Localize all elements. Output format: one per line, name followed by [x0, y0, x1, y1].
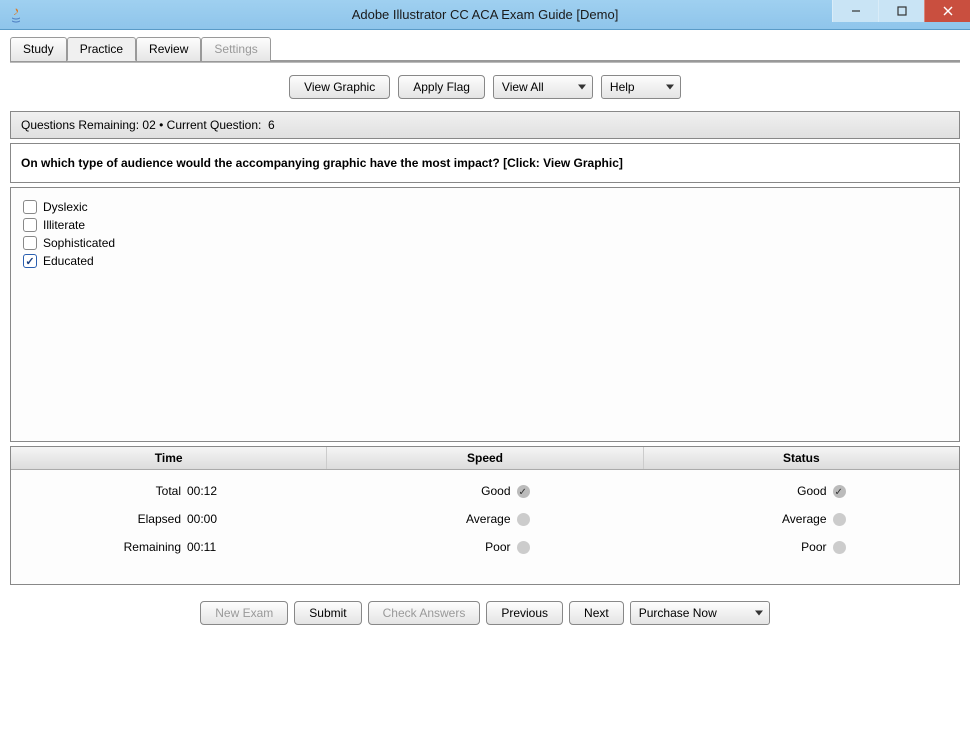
- checkbox-icon[interactable]: [23, 218, 37, 232]
- answer-option[interactable]: Educated: [23, 252, 947, 270]
- status-average-label: Average: [757, 512, 827, 526]
- view-filter-label: View All: [502, 80, 544, 94]
- next-button[interactable]: Next: [569, 601, 624, 625]
- check-answers-button: Check Answers: [368, 601, 481, 625]
- status-column: Good Average Poor: [643, 484, 959, 554]
- submit-button[interactable]: Submit: [294, 601, 361, 625]
- help-select[interactable]: Help: [601, 75, 681, 99]
- stats-body: Total 00:12 Elapsed 00:00 Remaining 00:11 G…: [11, 470, 959, 584]
- speed-column: Good Average Poor: [327, 484, 643, 554]
- current-label: Current Question:: [167, 118, 262, 132]
- stats-panel: Time Speed Status Total 00:12 Elapsed 00:0…: [10, 446, 960, 585]
- radio-icon: [517, 513, 530, 526]
- tab-practice[interactable]: Practice: [67, 37, 136, 61]
- total-label: Total: [111, 484, 181, 498]
- status-good-label: Good: [757, 484, 827, 498]
- radio-icon: [833, 513, 846, 526]
- answer-label: Dyslexic: [43, 200, 88, 214]
- total-value: 00:12: [187, 484, 227, 498]
- toolbar: View Graphic Apply Flag View All Help: [10, 63, 960, 111]
- window-controls: [832, 0, 970, 22]
- minimize-button[interactable]: [832, 0, 878, 22]
- remaining-value: 00:11: [187, 540, 227, 554]
- stats-header: Time Speed Status: [11, 447, 959, 470]
- view-graphic-button[interactable]: View Graphic: [289, 75, 390, 99]
- checkbox-icon[interactable]: [23, 236, 37, 250]
- purchase-label: Purchase Now: [639, 606, 717, 620]
- view-filter-select[interactable]: View All: [493, 75, 593, 99]
- close-button[interactable]: [924, 0, 970, 22]
- elapsed-label: Elapsed: [111, 512, 181, 526]
- speed-good-label: Good: [441, 484, 511, 498]
- answer-label: Illiterate: [43, 218, 85, 232]
- speed-poor-label: Poor: [441, 540, 511, 554]
- radio-checked-icon: [833, 485, 846, 498]
- speed-average-label: Average: [441, 512, 511, 526]
- checkbox-icon[interactable]: [23, 254, 37, 268]
- content-area: Study Practice Review Settings View Grap…: [0, 30, 970, 635]
- purchase-select[interactable]: Purchase Now: [630, 601, 770, 625]
- answer-option[interactable]: Sophisticated: [23, 234, 947, 252]
- radio-icon: [517, 541, 530, 554]
- elapsed-value: 00:00: [187, 512, 227, 526]
- previous-button[interactable]: Previous: [486, 601, 563, 625]
- answer-option[interactable]: Dyslexic: [23, 198, 947, 216]
- status-bar: Questions Remaining: 02 • Current Questi…: [10, 111, 960, 139]
- radio-icon: [833, 541, 846, 554]
- status-header: Status: [644, 447, 959, 469]
- separator: •: [159, 118, 163, 132]
- tab-study[interactable]: Study: [10, 37, 67, 61]
- tabstrip: Study Practice Review Settings: [10, 36, 960, 61]
- time-header: Time: [11, 447, 327, 469]
- radio-checked-icon: [517, 485, 530, 498]
- question-text: On which type of audience would the acco…: [10, 143, 960, 183]
- maximize-button[interactable]: [878, 0, 924, 22]
- tab-review[interactable]: Review: [136, 37, 201, 61]
- new-exam-button: New Exam: [200, 601, 288, 625]
- bottom-toolbar: New Exam Submit Check Answers Previous N…: [10, 585, 960, 629]
- answer-label: Educated: [43, 254, 94, 268]
- remaining-label: Questions Remaining:: [21, 118, 139, 132]
- tab-settings: Settings: [201, 37, 270, 61]
- time-column: Total 00:12 Elapsed 00:00 Remaining 00:11: [11, 484, 327, 554]
- answers-panel: Dyslexic Illiterate Sophisticated Educat…: [10, 187, 960, 442]
- java-icon: [8, 7, 24, 23]
- answer-option[interactable]: Illiterate: [23, 216, 947, 234]
- help-label: Help: [610, 80, 635, 94]
- checkbox-icon[interactable]: [23, 200, 37, 214]
- apply-flag-button[interactable]: Apply Flag: [398, 75, 485, 99]
- remaining-label: Remaining: [111, 540, 181, 554]
- remaining-value: 02: [142, 118, 155, 132]
- answer-label: Sophisticated: [43, 236, 115, 250]
- speed-header: Speed: [327, 447, 643, 469]
- titlebar: Adobe Illustrator CC ACA Exam Guide [Dem…: [0, 0, 970, 30]
- current-value: 6: [268, 118, 275, 132]
- status-poor-label: Poor: [757, 540, 827, 554]
- window-title: Adobe Illustrator CC ACA Exam Guide [Dem…: [0, 7, 970, 22]
